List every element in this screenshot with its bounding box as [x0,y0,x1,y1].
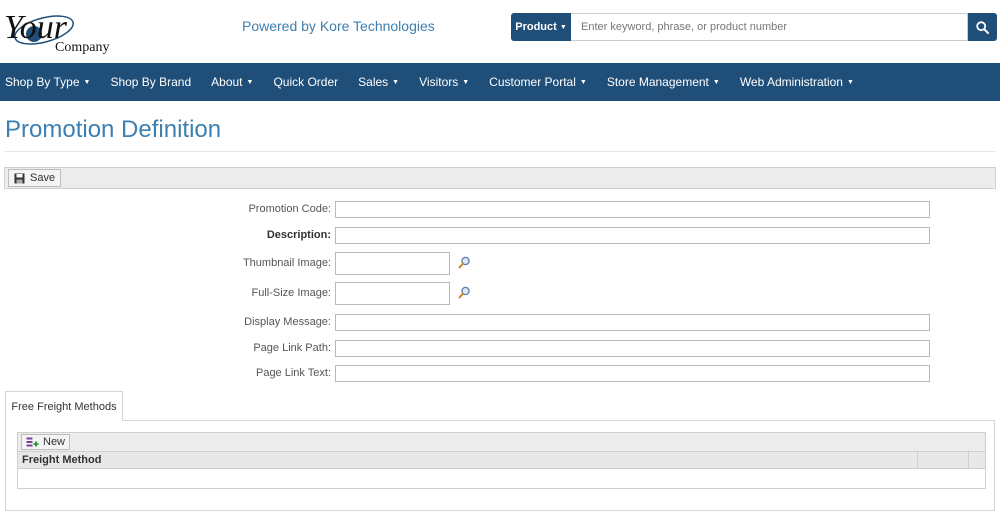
nav-label: Quick Order [273,75,339,89]
nav-label: Customer Portal [489,75,576,89]
nav-web-administration[interactable]: Web Administration ▼ [730,63,864,101]
thumbnail-image-label: Thumbnail Image: [242,257,331,269]
page-link-text-row: Page Link Text: [0,365,1000,383]
nav-visitors[interactable]: Visitors ▼ [409,63,479,101]
search-input[interactable] [571,13,968,41]
magnifier-lookup-icon [458,286,470,299]
chevron-down-icon: ▼ [83,78,91,86]
nav-shop-by-brand[interactable]: Shop By Brand [100,63,201,101]
thumbnail-image-input[interactable] [335,252,450,275]
nav-quick-order[interactable]: Quick Order [263,63,348,101]
add-row-icon [26,437,39,446]
description-row: Description: [0,227,1000,245]
nav-label: Visitors [419,75,459,89]
page-link-path-input[interactable] [335,340,930,357]
logo-company-text: Company [55,40,110,55]
nav-label: Web Administration [739,75,843,89]
search-button[interactable] [968,13,997,41]
page-link-text-input[interactable] [335,365,930,382]
chevron-down-icon: ▼ [579,78,587,86]
promotion-code-input[interactable] [335,201,930,218]
page-link-path-label: Page Link Path: [253,342,331,354]
nav-about[interactable]: About ▼ [201,63,263,101]
chevron-down-icon: ▼ [712,78,720,86]
chevron-down-icon: ▼ [846,78,854,86]
search-bar: Product ▼ [511,13,997,41]
nav-label: Store Management [606,75,709,89]
display-message-row: Display Message: [0,314,1000,332]
company-logo[interactable]: Your Company [4,4,114,56]
new-label: New [43,436,66,448]
powered-by-text: Powered by Kore Technologies [242,18,435,34]
site-header: Your Company Powered by Kore Technologie… [0,0,1000,63]
new-freight-method-button[interactable]: New [21,434,71,450]
full-size-image-label: Full-Size Image: [251,287,331,299]
tab-free-freight-methods[interactable]: Free Freight Methods [5,391,123,421]
freight-methods-grid-body [17,469,986,489]
save-label: Save [30,172,56,184]
nav-store-management[interactable]: Store Management ▼ [597,63,730,101]
page-title: Promotion Definition [5,116,222,143]
grid-toolbar: New [17,432,986,452]
thumbnail-image-row: Thumbnail Image: [0,252,1000,275]
floppy-disk-icon [14,173,25,183]
nav-label: About [211,75,243,89]
description-label: Description: [266,229,331,241]
full-size-image-row: Full-Size Image: [0,282,1000,305]
page-link-path-row: Page Link Path: [0,340,1000,358]
free-freight-methods-panel: New Freight Method [5,420,995,511]
grid-header: Freight Method [17,452,986,469]
display-message-label: Display Message: [244,316,331,328]
search-category-dropdown[interactable]: Product ▼ [511,13,571,41]
main-nav: Shop By Type ▼ Shop By Brand About ▼ Quick… [0,63,1000,101]
nav-sales[interactable]: Sales ▼ [348,63,409,101]
title-divider [5,151,995,152]
save-button[interactable]: Save [8,169,62,187]
chevron-down-icon: ▼ [392,78,400,86]
column-header-action-2 [969,452,973,468]
nav-shop-by-type[interactable]: Shop By Type ▼ [0,63,100,101]
promotion-code-row: Promotion Code: [0,201,1000,219]
display-message-input[interactable] [335,314,930,331]
page-link-text-label: Page Link Text: [255,367,331,379]
full-size-image-input[interactable] [335,282,450,305]
page-toolbar: Save [4,167,996,189]
promotion-code-label: Promotion Code: [248,203,331,215]
search-icon [976,20,989,34]
full-size-lookup-button[interactable] [458,286,471,304]
chevron-down-icon: ▼ [462,78,470,86]
column-header-freight-method[interactable]: Freight Method [18,452,101,468]
nav-customer-portal[interactable]: Customer Portal ▼ [479,63,597,101]
chevron-down-icon: ▼ [559,23,567,31]
chevron-down-icon: ▼ [246,78,254,86]
description-input[interactable] [335,227,930,244]
search-category-label: Product [515,21,557,33]
nav-label: Sales [358,75,389,89]
nav-label: Shop By Brand [110,75,192,89]
nav-label: Shop By Type [5,75,80,89]
magnifier-lookup-icon [458,256,470,269]
thumbnail-lookup-button[interactable] [458,256,471,274]
column-header-action-1 [918,452,922,468]
